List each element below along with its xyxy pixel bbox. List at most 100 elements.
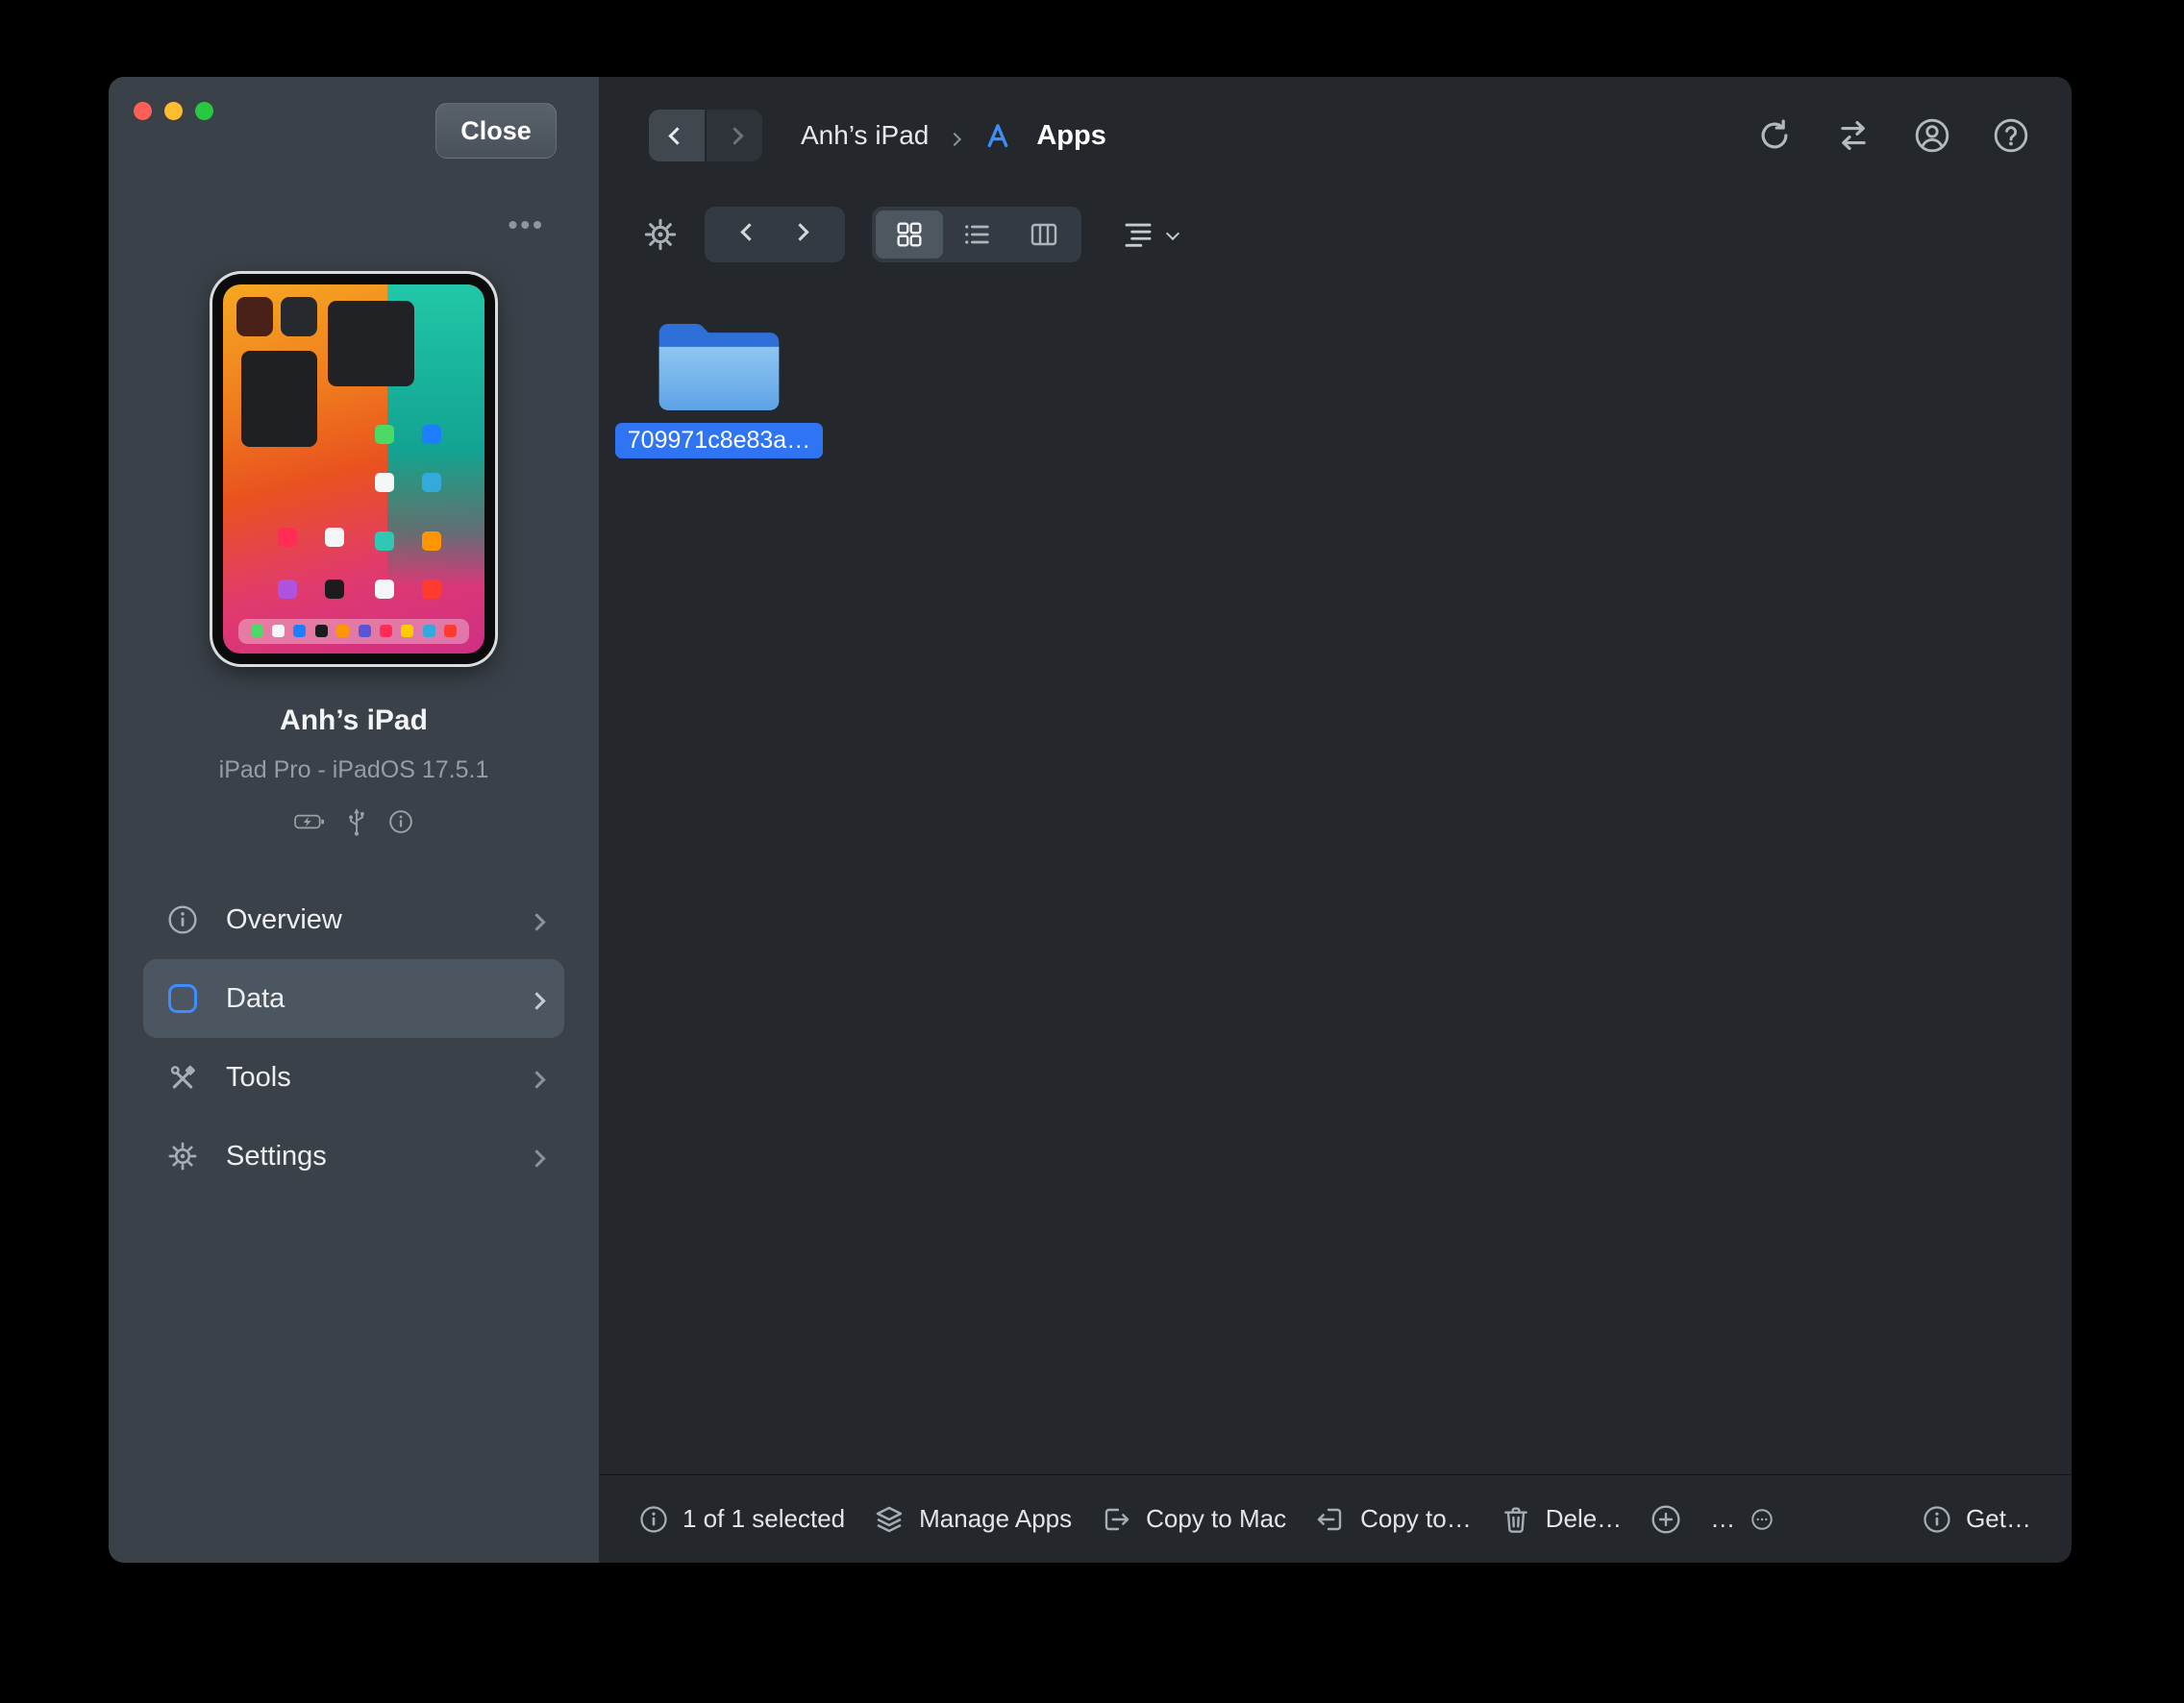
device-name: Anh’s iPad — [109, 704, 599, 737]
device-wallpaper — [223, 284, 484, 654]
wallpaper-app-icon — [375, 425, 394, 444]
wallpaper-app-icon — [325, 528, 344, 547]
sidebar-menu: Overview Data — [143, 880, 564, 1196]
trash-icon — [1501, 1504, 1531, 1535]
manage-apps-label: Manage Apps — [919, 1504, 1072, 1534]
wallpaper-app-icon — [422, 580, 441, 599]
wallpaper-app-icon — [422, 473, 441, 492]
more-actions-label: … — [1710, 1504, 1735, 1534]
wallpaper-app-icon — [375, 473, 394, 492]
get-label: Get… — [1966, 1504, 2031, 1534]
sidebar-item-overview[interactable]: Overview — [143, 880, 564, 959]
wallpaper-tile — [281, 297, 317, 335]
minimize-window-button[interactable] — [164, 102, 183, 120]
app-window: Close ••• — [109, 77, 2072, 1563]
folder-label[interactable]: 709971c8e83a… — [615, 423, 823, 458]
sidebar-item-settings[interactable]: Settings — [143, 1117, 564, 1196]
device-model: iPad Pro - iPadOS 17.5.1 — [109, 756, 599, 784]
navigate-back-button[interactable] — [743, 226, 756, 243]
wallpaper-app-icon — [278, 580, 297, 599]
chevron-right-icon — [950, 120, 959, 151]
device-status-row — [109, 807, 599, 836]
sidebar-item-label: Data — [226, 983, 285, 1015]
chevron-right-icon — [531, 1062, 543, 1094]
device-preview-image — [212, 274, 495, 664]
app-store-icon — [980, 118, 1015, 153]
header-actions — [1756, 117, 2029, 154]
tools-icon — [164, 1062, 201, 1093]
sidebar-item-label: Tools — [226, 1062, 291, 1094]
layers-icon — [874, 1504, 905, 1535]
info-circle-icon[interactable] — [639, 1505, 668, 1534]
info-circle-icon — [1923, 1505, 1951, 1534]
close-button[interactable]: Close — [435, 103, 557, 159]
copy-to-device-button[interactable]: Copy to… — [1315, 1504, 1472, 1535]
sidebar-item-label: Settings — [226, 1141, 327, 1172]
main-panel: Anh’s iPad Apps — [599, 77, 2072, 1563]
more-actions-button[interactable]: … — [1710, 1504, 1774, 1534]
breadcrumb: Anh’s iPad Apps — [801, 118, 1106, 153]
folder-navigation — [705, 207, 845, 262]
list-view-button[interactable] — [943, 210, 1010, 259]
refresh-icon[interactable] — [1756, 117, 1793, 154]
wallpaper-app-icon — [375, 531, 394, 551]
plus-circle-icon — [1650, 1504, 1681, 1535]
help-icon[interactable] — [1993, 117, 2029, 154]
view-mode-switcher — [872, 207, 1081, 262]
export-icon — [1101, 1504, 1131, 1535]
back-button[interactable] — [649, 110, 705, 161]
wallpaper-app-icon — [325, 580, 344, 599]
chevron-right-icon — [531, 983, 543, 1015]
battery-charging-icon — [294, 813, 325, 830]
statusbar: 1 of 1 selected Manage Apps — [599, 1474, 2072, 1563]
sidebar-item-data[interactable]: Data — [143, 959, 564, 1038]
file-browser-content: 709971c8e83a… — [599, 275, 2072, 1474]
history-navigation — [649, 110, 762, 161]
chevron-right-icon — [531, 1141, 543, 1172]
main-header: Anh’s iPad Apps — [599, 77, 2072, 194]
gear-icon[interactable] — [643, 217, 678, 252]
copy-to-mac-label: Copy to Mac — [1146, 1504, 1286, 1534]
transfer-icon[interactable] — [1835, 117, 1872, 154]
breadcrumb-device[interactable]: Anh’s iPad — [801, 120, 929, 151]
add-button[interactable] — [1650, 1504, 1681, 1535]
wallpaper-app-icon — [422, 425, 441, 444]
wallpaper-app-icon — [422, 531, 441, 551]
grid-view-button[interactable] — [876, 210, 943, 259]
copy-to-label: Copy to… — [1360, 1504, 1472, 1534]
sidebar-item-tools[interactable]: Tools — [143, 1038, 564, 1117]
delete-button[interactable]: Dele… — [1501, 1504, 1622, 1535]
forward-button[interactable] — [707, 110, 762, 161]
data-square-icon — [164, 984, 201, 1013]
manage-apps-button[interactable]: Manage Apps — [874, 1504, 1072, 1535]
wallpaper-dock — [238, 619, 468, 645]
wallpaper-tile — [236, 297, 273, 335]
window-controls — [134, 102, 213, 120]
selection-count-label: 1 of 1 selected — [682, 1504, 845, 1534]
wallpaper-app-icon — [375, 580, 394, 599]
chevron-down-icon — [1168, 226, 1178, 243]
folder-item[interactable]: 709971c8e83a… — [607, 313, 831, 458]
import-icon — [1315, 1504, 1346, 1535]
account-icon[interactable] — [1914, 117, 1950, 154]
sidebar: Close ••• — [109, 77, 599, 1563]
zoom-window-button[interactable] — [195, 102, 213, 120]
gear-icon — [164, 1141, 201, 1172]
get-info-button[interactable]: Get… — [1923, 1504, 2031, 1534]
desktop-background: Close ••• — [0, 0, 2184, 1703]
navigate-forward-button[interactable] — [794, 226, 807, 243]
browser-toolbar — [599, 194, 2072, 275]
sidebar-item-label: Overview — [226, 904, 342, 936]
usb-connection-icon — [346, 807, 367, 836]
close-window-button[interactable] — [134, 102, 152, 120]
sort-options-button[interactable] — [1122, 218, 1178, 251]
breadcrumb-section[interactable]: Apps — [1036, 120, 1106, 152]
wallpaper-tile — [328, 301, 414, 385]
copy-to-mac-button[interactable]: Copy to Mac — [1101, 1504, 1286, 1535]
column-view-button[interactable] — [1010, 210, 1078, 259]
more-options-icon[interactable]: ••• — [509, 210, 545, 240]
chevron-right-icon — [531, 904, 543, 936]
info-circle-icon[interactable] — [388, 809, 413, 834]
wallpaper-tile — [241, 351, 317, 447]
folder-icon — [652, 313, 786, 419]
